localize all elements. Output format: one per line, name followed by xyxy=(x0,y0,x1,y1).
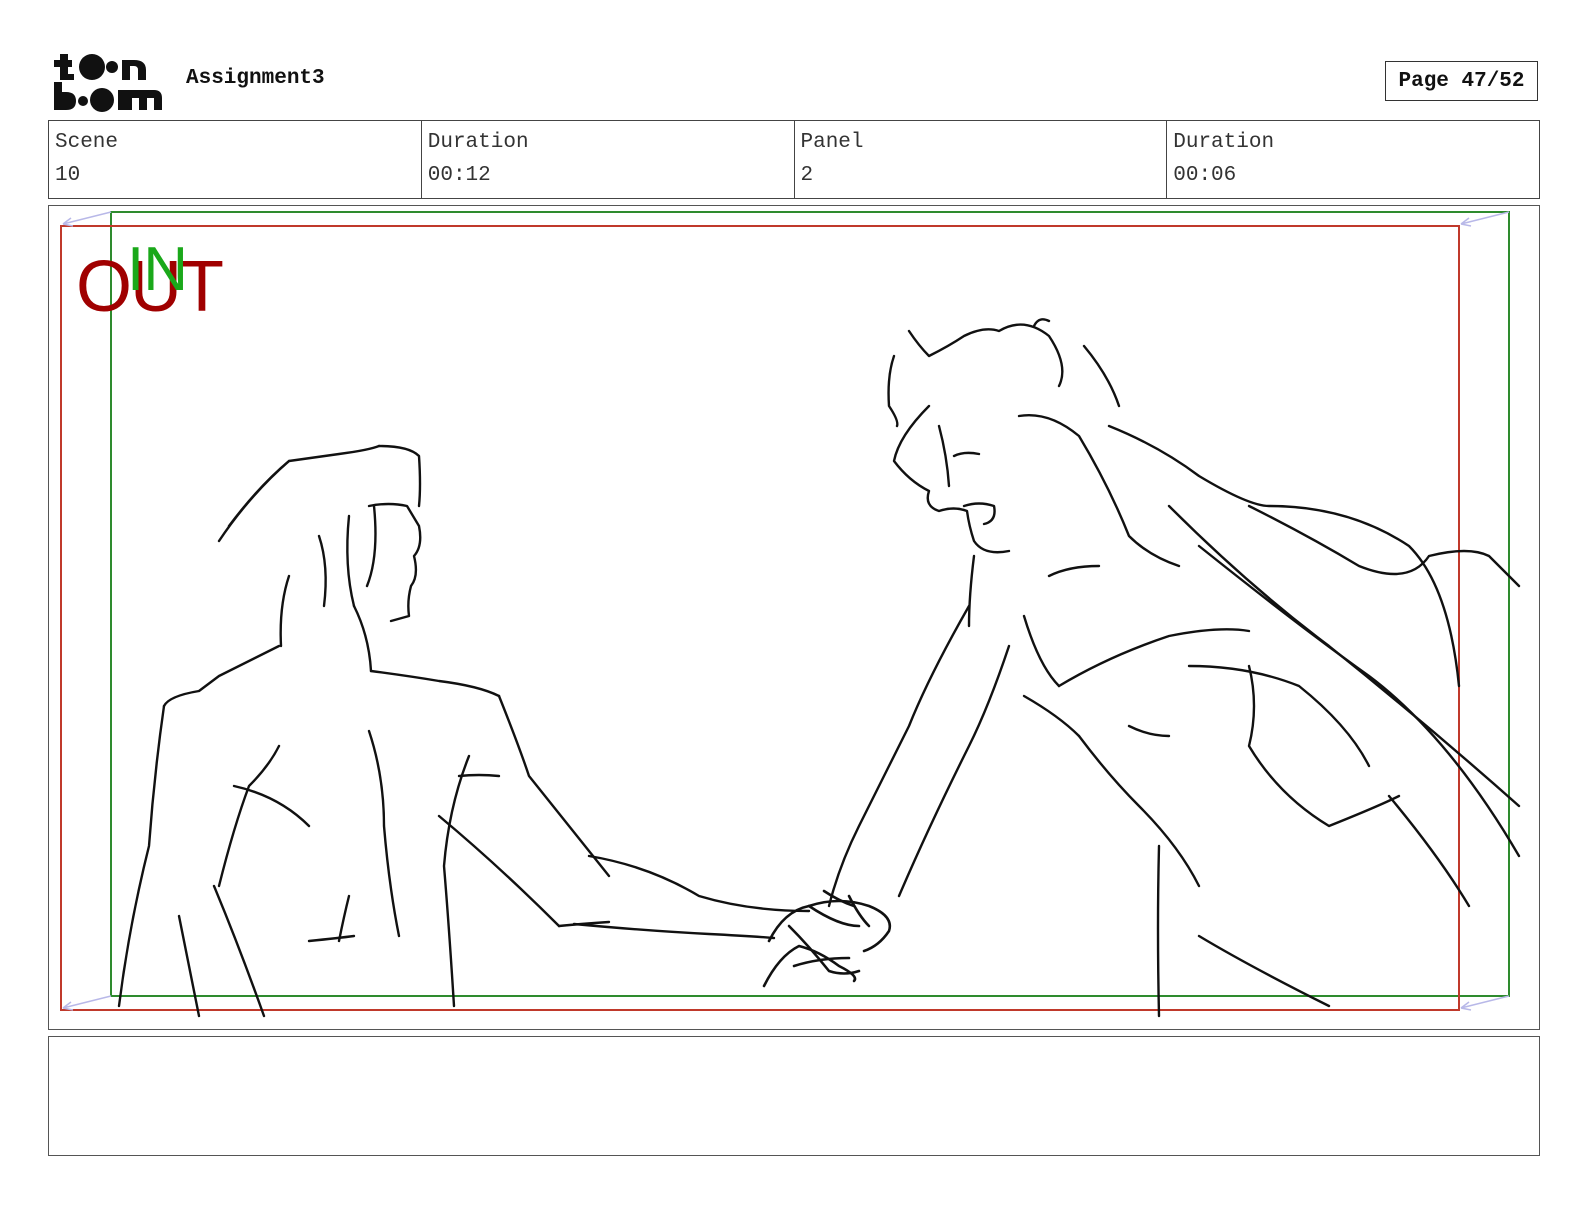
frame-corner-arrows xyxy=(62,211,1510,1011)
page-indicator: Page 47/52 xyxy=(1385,61,1538,101)
storyboard-panel: OUT IN xyxy=(48,205,1540,1030)
panel-cell: Panel 2 xyxy=(795,121,1168,198)
scene-duration-cell: Duration 00:12 xyxy=(422,121,795,198)
toon-boom-logo xyxy=(50,48,166,114)
scene-duration-value: 00:12 xyxy=(427,164,491,187)
sketch-drawing xyxy=(60,211,1521,1018)
panel-duration-label: Duration xyxy=(1173,131,1275,154)
scene-value: 10 xyxy=(55,164,81,187)
notes-box[interactable] xyxy=(48,1036,1540,1156)
panel-duration-value: 00:06 xyxy=(1173,164,1237,187)
panel-duration-cell: Duration 00:06 xyxy=(1167,121,1539,198)
scene-duration-label: Duration xyxy=(427,131,529,154)
panel-label: Panel xyxy=(800,131,864,154)
scene-label: Scene xyxy=(55,131,119,154)
panel-value: 2 xyxy=(800,164,814,187)
out-frame xyxy=(60,225,1460,1011)
in-label: IN xyxy=(127,235,188,304)
sketch-hands xyxy=(762,889,892,988)
sketch-woman xyxy=(827,318,1521,1018)
sketch-man xyxy=(117,444,811,1018)
project-title: Assignment3 xyxy=(186,67,325,90)
in-frame xyxy=(110,211,1510,997)
panel-info-table: Scene 10 Duration 00:12 Panel 2 Duration… xyxy=(48,120,1540,199)
scene-cell: Scene 10 xyxy=(49,121,422,198)
